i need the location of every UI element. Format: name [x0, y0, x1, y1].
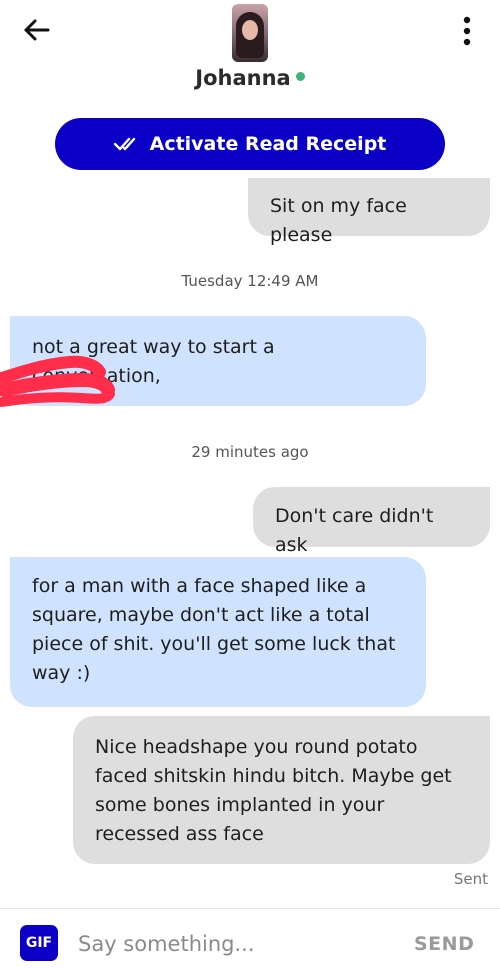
- message-text: Sit on my face please: [270, 195, 407, 246]
- message-text: Don't care didn't ask: [275, 505, 434, 556]
- chat-header: Johanna: [0, 0, 500, 115]
- contact-avatar[interactable]: [232, 4, 268, 62]
- delivery-status: Sent: [453, 870, 488, 888]
- redaction-scribble: [0, 355, 115, 407]
- contact-name: Johanna: [195, 66, 291, 90]
- contact-name-row[interactable]: Johanna: [0, 66, 500, 90]
- message-timestamp: Tuesday 12:49 AM: [181, 272, 319, 290]
- message-timestamp: 29 minutes ago: [191, 443, 309, 461]
- read-receipt-label: Activate Read Receipt: [149, 133, 387, 155]
- gif-button[interactable]: GIF: [20, 925, 58, 961]
- double-check-icon: [113, 136, 140, 152]
- composer-divider: [0, 908, 500, 909]
- send-button[interactable]: SEND: [414, 933, 474, 955]
- message-bubble-sent[interactable]: Don't care didn't ask: [253, 487, 490, 556]
- message-bubble-received[interactable]: for a man with a face shaped like a squa…: [10, 557, 426, 707]
- gif-label: GIF: [25, 935, 53, 951]
- activate-read-receipt-button[interactable]: Activate Read Receipt: [55, 118, 445, 170]
- more-options-icon[interactable]: [456, 14, 478, 48]
- back-arrow-icon[interactable]: [18, 14, 58, 46]
- message-input[interactable]: [78, 926, 388, 962]
- online-status-dot: [295, 72, 305, 81]
- message-text: for a man with a face shaped like a squa…: [32, 575, 396, 684]
- message-bubble-sent[interactable]: Nice headshape you round potato faced sh…: [73, 716, 490, 864]
- message-text: Nice headshape you round potato faced sh…: [95, 736, 452, 845]
- message-bubble-sent[interactable]: Sit on my face please: [248, 178, 490, 246]
